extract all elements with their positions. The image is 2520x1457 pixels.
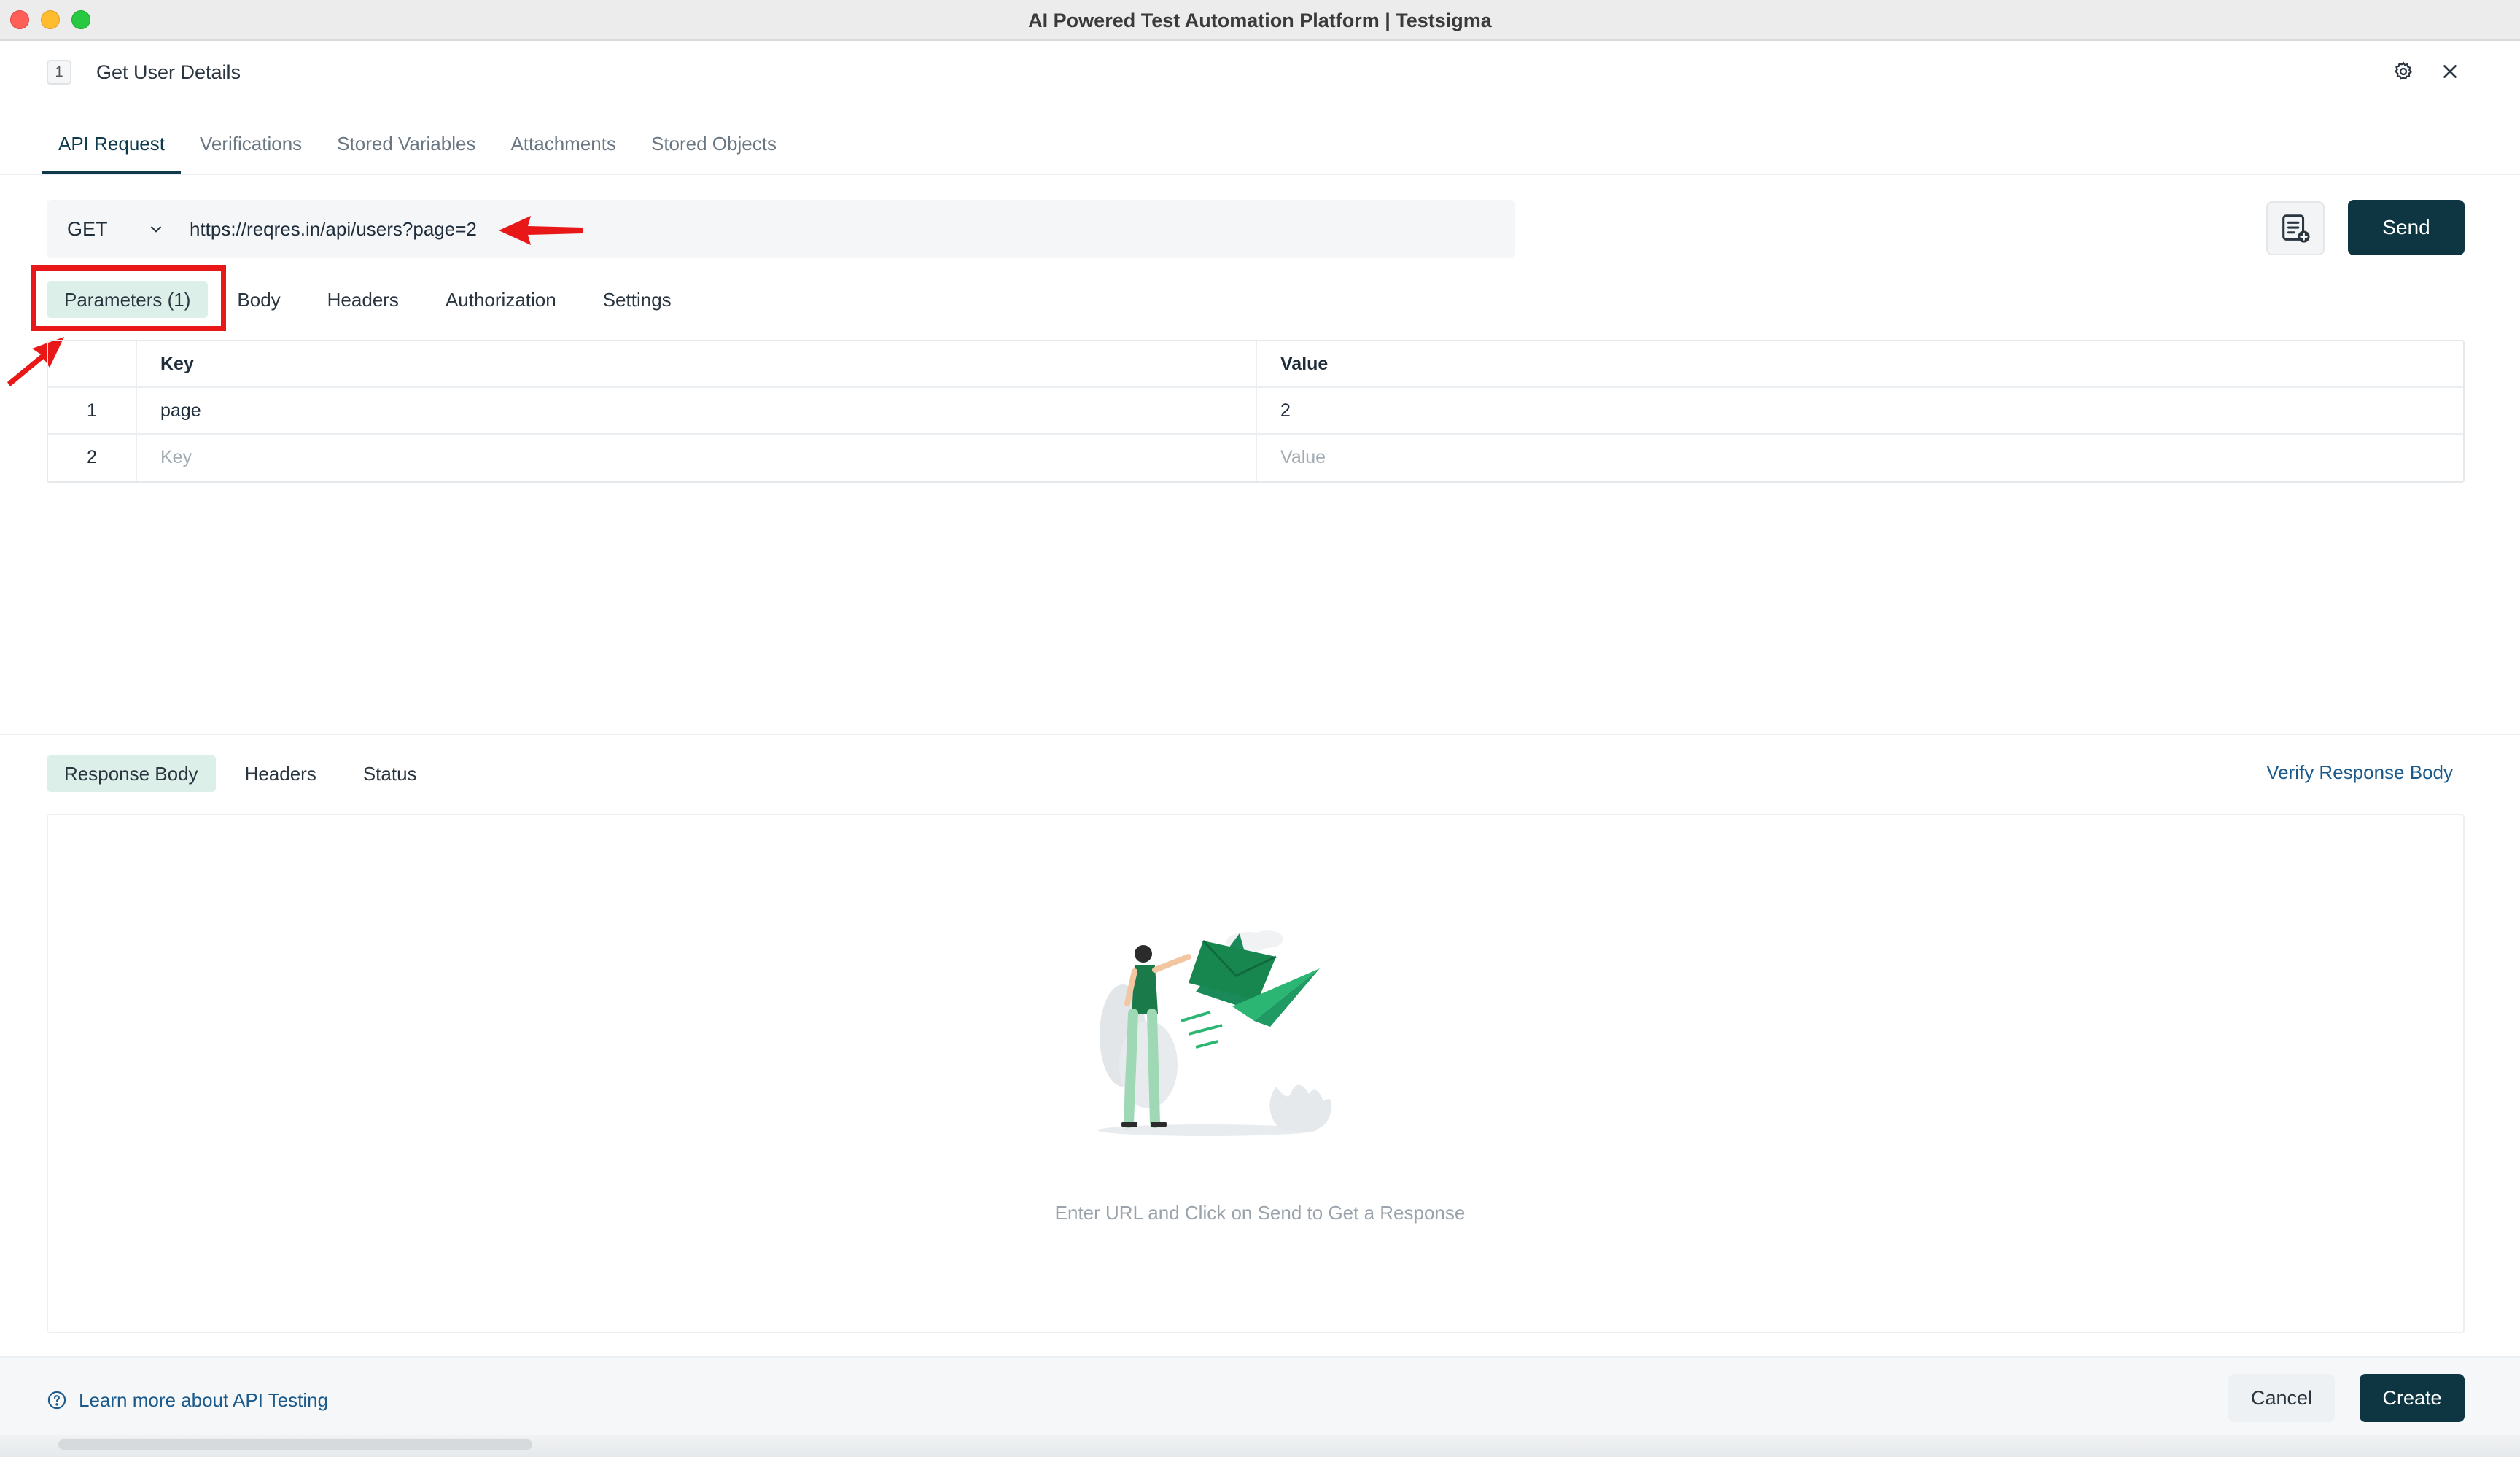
send-button[interactable]: Send (2348, 200, 2465, 255)
tab-api-request[interactable]: API Request (42, 117, 181, 175)
empty-state-illustration (1097, 930, 1332, 1136)
response-tabs: Response Body Headers Status (47, 755, 446, 792)
parameters-table: Key Value 1 page 2 2 Key Value (47, 340, 2465, 483)
param-value-input[interactable]: Value (1257, 435, 2463, 481)
param-key-input[interactable]: page (137, 388, 1257, 435)
learn-more-link[interactable]: Learn more about API Testing (47, 1386, 328, 1415)
tab-response-body[interactable]: Response Body (47, 755, 216, 792)
help-circle-icon (47, 1390, 67, 1410)
verify-response-body-link[interactable]: Verify Response Body (2266, 761, 2453, 784)
table-header-row: Key Value (48, 341, 2463, 388)
param-key-input[interactable]: Key (137, 435, 1257, 481)
tab-stored-variables[interactable]: Stored Variables (321, 117, 491, 175)
tab-verifications[interactable]: Verifications (184, 117, 318, 175)
window-title: AI Powered Test Automation Platform | Te… (1028, 9, 1492, 31)
tab-response-headers[interactable]: Headers (228, 755, 334, 792)
window-titlebar: AI Powered Test Automation Platform | Te… (0, 0, 2520, 41)
learn-more-label[interactable]: Learn more about API Testing (79, 1389, 328, 1412)
request-url-bar: GET https://reqres.in/api/users?page=2 (47, 200, 1515, 258)
section-divider (0, 734, 2520, 735)
tab-response-status[interactable]: Status (346, 755, 435, 792)
table-row: 2 Key Value (48, 435, 2463, 481)
top-tabs: API Request Verifications Stored Variabl… (42, 117, 796, 175)
row-number-header (48, 341, 137, 388)
row-number: 1 (48, 388, 137, 435)
http-method-select[interactable]: GET (67, 200, 108, 258)
value-column-header: Value (1280, 354, 1329, 374)
tab-settings[interactable]: Settings (586, 281, 689, 318)
annotation-highlight-box (31, 265, 226, 331)
key-column-header: Key (137, 341, 1257, 388)
tab-stored-objects[interactable]: Stored Objects (635, 117, 793, 175)
empty-response-message: Enter URL and Click on Send to Get a Res… (1054, 1202, 1466, 1224)
step-title: Get User Details (96, 61, 241, 83)
tab-authorization[interactable]: Authorization (428, 281, 574, 318)
param-value-input[interactable]: 2 (1257, 388, 2463, 435)
add-note-icon[interactable] (2266, 201, 2325, 255)
annotation-arrow-icon (499, 216, 583, 245)
table-row: 1 page 2 (48, 388, 2463, 435)
tab-body[interactable]: Body (219, 281, 298, 318)
scrollbar-thumb[interactable] (58, 1439, 532, 1450)
row-number: 2 (48, 435, 137, 481)
chevron-down-icon[interactable] (143, 216, 169, 242)
create-button[interactable]: Create (2360, 1374, 2465, 1422)
close-icon[interactable] (2434, 55, 2466, 88)
settings-gear-icon[interactable] (2387, 55, 2419, 88)
step-number-badge: 1 (47, 60, 71, 85)
tab-attachments[interactable]: Attachments (494, 117, 632, 175)
tab-headers[interactable]: Headers (310, 281, 416, 318)
url-input[interactable]: https://reqres.in/api/users?page=2 (190, 200, 477, 258)
cancel-button[interactable]: Cancel (2228, 1374, 2335, 1422)
tabs-divider (0, 174, 2520, 175)
